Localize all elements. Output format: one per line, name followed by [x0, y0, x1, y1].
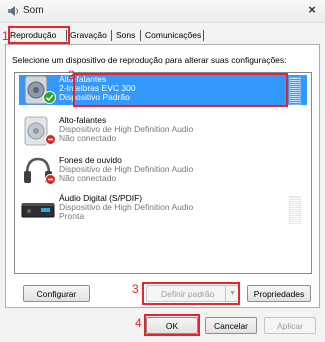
ok-button[interactable]: OK	[146, 317, 198, 334]
annotation-number: 4	[135, 316, 142, 330]
device-status: Não conectado	[59, 133, 117, 143]
tab-reproducao[interactable]: Reprodução	[8, 27, 68, 43]
chevron-down-icon[interactable]: ▼	[225, 286, 239, 301]
tab-divider	[140, 30, 141, 41]
speaker-app-icon	[8, 6, 18, 16]
tab-gravacao[interactable]: Gravação	[68, 27, 109, 43]
apply-button[interactable]: Aplicar	[264, 317, 316, 334]
device-item-fones-de-ouvido[interactable]: Fones de ouvido Dispositivo de High Defi…	[19, 156, 307, 186]
tab-divider	[203, 30, 204, 41]
device-text: Fones de ouvido Dispositivo de High Defi…	[59, 156, 193, 183]
device-text: Alto-falantes Dispositivo de High Defini…	[59, 116, 193, 143]
tab-divider	[66, 30, 67, 41]
check-badge-icon	[43, 91, 56, 104]
properties-button[interactable]: Propriedades	[247, 285, 311, 302]
disconnected-badge-icon	[45, 134, 56, 145]
cancel-button[interactable]: Cancelar	[205, 317, 257, 334]
disconnected-badge-icon	[45, 174, 56, 185]
configure-button[interactable]: Configurar	[23, 285, 90, 302]
device-status: Dispositivo Padrão	[59, 92, 130, 102]
device-text: Áudio Digital (S/PDIF) Dispositivo de Hi…	[59, 194, 193, 221]
device-item-alto-falantes-intelbras[interactable]: Alto-falantes 2-Intelbras EVC 300 Dispos…	[19, 75, 307, 105]
digital-audio-icon	[21, 203, 55, 218]
tab-divider	[111, 30, 112, 41]
device-item-audio-digital[interactable]: Áudio Digital (S/PDIF) Dispositivo de Hi…	[19, 194, 307, 224]
tab-comunicacoes[interactable]: Comunicações	[143, 27, 203, 43]
instruction-text: Selecione um dispositivo de reprodução p…	[12, 55, 287, 65]
volume-meter	[289, 196, 301, 224]
device-list[interactable]: Alto-falantes 2-Intelbras EVC 300 Dispos…	[14, 72, 312, 274]
set-default-button[interactable]: Definir padrão ▼	[146, 285, 240, 302]
window-title: Som	[23, 5, 44, 16]
close-icon[interactable]: ×	[305, 3, 319, 17]
device-item-alto-falantes-hd[interactable]: Alto-falantes Dispositivo de High Defini…	[19, 116, 307, 146]
annotation-number: 2	[68, 68, 75, 82]
tab-sons[interactable]: Sons	[114, 27, 137, 43]
device-status: Não conectado	[59, 173, 117, 183]
device-status: Pronta	[59, 211, 85, 221]
annotation-number: 1	[2, 29, 9, 43]
title-bar: Som ×	[0, 0, 325, 23]
volume-meter	[289, 77, 301, 105]
set-default-label: Definir padrão	[161, 289, 215, 299]
annotation-number: 3	[132, 282, 139, 296]
